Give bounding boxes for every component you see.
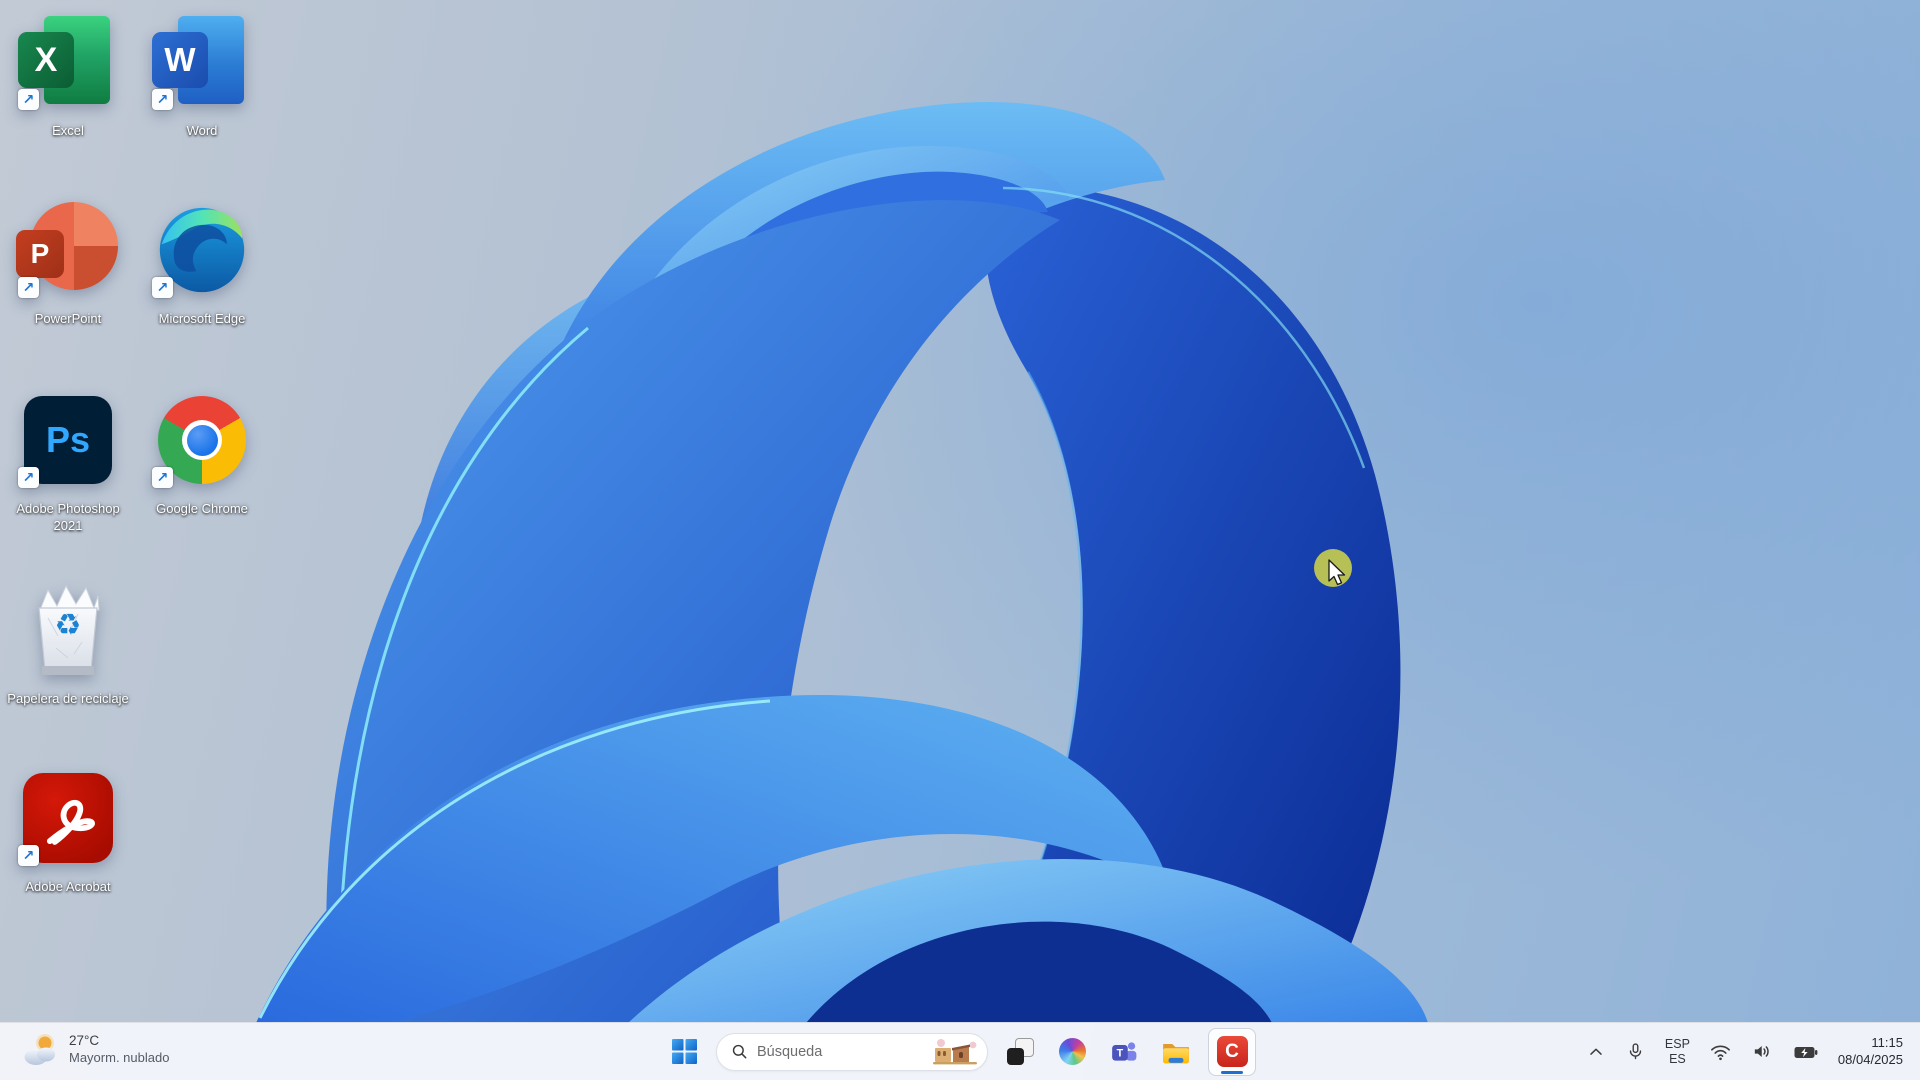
wifi-icon (1709, 1040, 1732, 1063)
battery-charging-icon (1793, 1041, 1819, 1063)
icon-label: Microsoft Edge (159, 311, 246, 328)
running-app-indicator (1221, 1071, 1243, 1074)
edge-icon: ↗ (150, 198, 254, 302)
clock[interactable]: 11:15 08/04/2025 (1835, 1032, 1906, 1072)
language-line2: ES (1665, 1052, 1690, 1067)
desktop-icon-powerpoint[interactable]: P ↗ PowerPoint (6, 198, 130, 328)
shortcut-arrow-icon: ↗ (152, 89, 173, 110)
icon-label: PowerPoint (35, 311, 101, 328)
icon-label: Adobe Photoshop 2021 (6, 501, 130, 535)
taskbar-center: Búsqueda (664, 1023, 1256, 1080)
speaker-icon (1751, 1040, 1774, 1063)
mouse-cursor (1307, 544, 1361, 598)
desktop-icon-photoshop[interactable]: Ps ↗ Adobe Photoshop 2021 (6, 388, 130, 535)
weather-temperature: 27°C (69, 1033, 169, 1050)
camtasia-icon: C (1217, 1036, 1248, 1067)
windows-logo-icon (672, 1039, 697, 1064)
search-box[interactable]: Búsqueda (716, 1033, 988, 1071)
desktop-icon-edge[interactable]: ↗ Microsoft Edge (140, 198, 264, 328)
microphone-button[interactable] (1622, 1038, 1649, 1065)
powerpoint-icon: P ↗ (16, 198, 120, 302)
chrome-icon: ↗ (150, 388, 254, 492)
microphone-icon (1625, 1041, 1646, 1062)
desktop-icon-excel[interactable]: X ↗ Excel (6, 10, 130, 140)
teams-letter: T (1117, 1047, 1124, 1059)
date: 08/04/2025 (1838, 1052, 1903, 1069)
excel-icon: X ↗ (16, 10, 120, 114)
volume-button[interactable] (1748, 1037, 1777, 1066)
weather-condition: Mayorm. nublado (69, 1050, 169, 1066)
word-letter: W (152, 32, 208, 88)
word-icon: W ↗ (150, 10, 254, 114)
powerpoint-letter: P (16, 230, 64, 278)
shortcut-arrow-icon: ↗ (152, 277, 173, 298)
file-explorer-icon (1161, 1039, 1191, 1065)
teams-button[interactable]: T (1104, 1032, 1144, 1072)
shortcut-arrow-icon: ↗ (18, 467, 39, 488)
shortcut-arrow-icon: ↗ (152, 467, 173, 488)
camtasia-button[interactable]: C (1208, 1028, 1256, 1076)
icon-label: Google Chrome (156, 501, 248, 518)
shortcut-arrow-icon: ↗ (18, 89, 39, 110)
recycle-symbol: ♻ (16, 608, 120, 643)
language-indicator[interactable]: ESP ES (1662, 1034, 1693, 1070)
chevron-up-icon (1586, 1042, 1606, 1062)
weather-widget[interactable]: 27°C Mayorm. nublado (12, 1030, 177, 1070)
shortcut-arrow-icon: ↗ (18, 845, 39, 866)
file-explorer-button[interactable] (1156, 1032, 1196, 1072)
battery-button[interactable] (1790, 1038, 1822, 1066)
taskbar: 27°C Mayorm. nublado Búsq (0, 1022, 1920, 1080)
weather-cloudy-icon (20, 1032, 60, 1068)
wallpaper-bloom (0, 0, 1920, 1023)
photoshop-icon: Ps ↗ (16, 388, 120, 492)
copilot-button[interactable] (1052, 1032, 1092, 1072)
hidden-icons-button[interactable] (1583, 1039, 1609, 1065)
desktop-icon-acrobat[interactable]: ↗ Adobe Acrobat (6, 766, 130, 896)
icon-label: Word (187, 123, 218, 140)
recycle-bin-icon: ♻ (16, 578, 120, 682)
system-tray: ESP ES (1583, 1023, 1906, 1080)
start-button[interactable] (664, 1032, 704, 1072)
time: 11:15 (1838, 1035, 1903, 1052)
desktop-icon-chrome[interactable]: ↗ Google Chrome (140, 388, 264, 518)
shortcut-arrow-icon: ↗ (18, 277, 39, 298)
icon-label: Adobe Acrobat (25, 879, 110, 896)
icon-label: Papelera de reciclaje (7, 691, 128, 708)
language-line1: ESP (1665, 1037, 1690, 1052)
search-highlight-image (929, 1036, 981, 1068)
icon-label: Excel (52, 123, 84, 140)
desktop: X ↗ Excel W ↗ Word P ↗ PowerPoint (0, 0, 1920, 1080)
task-view-icon (1007, 1038, 1034, 1065)
desktop-icon-word[interactable]: W ↗ Word (140, 10, 264, 140)
copilot-icon (1059, 1038, 1086, 1065)
search-icon (731, 1043, 748, 1060)
search-placeholder: Búsqueda (757, 1044, 822, 1060)
acrobat-icon: ↗ (16, 766, 120, 870)
teams-icon: T (1110, 1038, 1138, 1066)
desktop-icon-recycle-bin[interactable]: ♻ Papelera de reciclaje (6, 578, 130, 708)
wifi-button[interactable] (1706, 1037, 1735, 1066)
task-view-button[interactable] (1000, 1032, 1040, 1072)
excel-letter: X (18, 32, 74, 88)
